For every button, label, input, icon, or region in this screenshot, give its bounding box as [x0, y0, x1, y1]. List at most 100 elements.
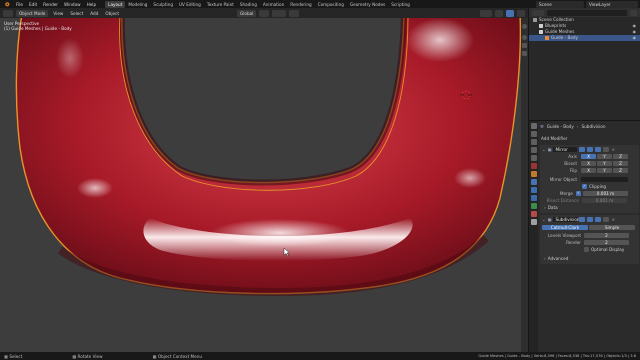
subdivision-name-field[interactable]: Subdivision: [553, 216, 579, 223]
particles-tab-icon[interactable]: [530, 187, 537, 193]
view-layer-label: ViewLayer: [589, 1, 611, 7]
optimal-display-checkbox[interactable]: [584, 247, 589, 252]
mirror-dropdown-icon[interactable]: [603, 146, 610, 153]
workspace-tab-sculpting[interactable]: Sculpting: [150, 1, 176, 8]
tool-tab-icon[interactable]: [530, 123, 537, 129]
shading-rendered-button[interactable]: [517, 9, 525, 17]
advanced-subpanel[interactable]: › Advanced: [542, 255, 637, 262]
render-toggle-icon[interactable]: [595, 146, 602, 153]
data-tab-icon[interactable]: [530, 203, 537, 209]
texture-tab-icon[interactable]: [530, 219, 537, 225]
3d-viewport[interactable]: User Perspective (1) Guide Meshes | Guid…: [0, 18, 528, 352]
mirror-flip-x[interactable]: X: [581, 167, 596, 174]
grid-toggle-icon[interactable]: [522, 51, 527, 56]
object-tab-icon[interactable]: [530, 171, 537, 177]
material-tab-icon[interactable]: [530, 211, 537, 217]
outliner-display-mode-button[interactable]: [532, 9, 544, 16]
viewport-menu-add[interactable]: Add: [88, 11, 100, 16]
zoom-icon[interactable]: [522, 24, 527, 29]
transform-orientation-dropdown[interactable]: Global: [237, 9, 257, 17]
workspace-tab-layout[interactable]: Layout: [105, 0, 126, 8]
workspace-tab-rendering[interactable]: Rendering: [287, 1, 314, 8]
view-layer-selector[interactable]: ViewLayer: [586, 0, 638, 8]
subdiv-viewport-toggle-icon[interactable]: [587, 216, 594, 223]
world-tab-icon[interactable]: [530, 163, 537, 169]
render-levels-field[interactable]: 2: [584, 239, 629, 246]
subdiv-expand-chevron-icon[interactable]: ⌄: [542, 217, 546, 222]
workspace-tab-modeling[interactable]: Modeling: [125, 1, 150, 8]
render-tab-icon[interactable]: [530, 131, 537, 137]
editor-type-button[interactable]: [3, 9, 13, 17]
mirror-flip-z[interactable]: Z: [613, 167, 628, 174]
mirror-name-field[interactable]: Mirror: [553, 146, 578, 153]
mirror-close-icon[interactable]: ×: [611, 147, 615, 152]
mirror-object-field[interactable]: [581, 176, 628, 183]
mirror-modifier-panel: ⌄ ▣ Mirror × Axis X Y Z Bisect X Y Z Fli…: [540, 145, 639, 213]
menu-window[interactable]: Window: [61, 2, 84, 7]
editmode-toggle-icon[interactable]: [579, 146, 586, 153]
levels-viewport-field[interactable]: 2: [584, 232, 629, 239]
menu-help[interactable]: Help: [84, 2, 100, 7]
overlay-button[interactable]: [480, 9, 492, 17]
workspace-tab-compositing[interactable]: Compositing: [315, 1, 347, 8]
subdiv-close-icon[interactable]: ×: [611, 217, 615, 222]
viewport-menu-view[interactable]: View: [51, 11, 65, 16]
workspace-tab-scripting[interactable]: Scripting: [388, 1, 413, 8]
viewport-menu-select[interactable]: Select: [68, 11, 85, 16]
catmull-clark-button[interactable]: Catmull-Clark: [542, 224, 588, 231]
clipping-checkbox[interactable]: ✓: [582, 184, 587, 189]
viewport-menu-object[interactable]: Object: [103, 11, 121, 16]
outliner-filter-button[interactable]: [630, 9, 637, 16]
subdiv-render-toggle-icon[interactable]: [595, 216, 602, 223]
clipping-label: Clipping: [589, 184, 607, 189]
workspace-tab-animation[interactable]: Animation: [260, 1, 287, 8]
workspace-tab-texture-paint[interactable]: Texture Paint: [204, 1, 237, 8]
visibility-eye-icon[interactable]: ◉: [633, 35, 637, 41]
expand-chevron-icon[interactable]: ⌄: [542, 147, 546, 152]
outliner-row[interactable]: Guide - Body ◉: [529, 35, 640, 41]
add-modifier-button[interactable]: Add Modifier: [538, 135, 640, 142]
mirror-axis-x[interactable]: X: [581, 153, 596, 160]
menu-render[interactable]: Render: [40, 2, 61, 7]
object-mode-dropdown[interactable]: Object Mode: [16, 9, 49, 17]
pan-hand-icon[interactable]: [522, 35, 527, 40]
add-modifier-label: Add Modifier: [541, 136, 568, 141]
blender-logo-icon[interactable]: [4, 1, 10, 7]
merge-distance-field[interactable]: 0.001 m: [583, 190, 628, 197]
proportional-edit-button[interactable]: [289, 9, 300, 17]
workspace-tab-geometry-nodes[interactable]: Geometry Nodes: [347, 1, 388, 8]
outliner-tree: Scene Collection Blueprints ◉ Guide Meshes ◉…: [529, 17, 640, 41]
mirror-bisect-z[interactable]: Z: [613, 160, 628, 167]
shading-material-button[interactable]: [506, 9, 514, 17]
shading-solid-button[interactable]: [495, 9, 503, 17]
output-tab-icon[interactable]: [530, 139, 537, 145]
simple-button[interactable]: Simple: [589, 224, 635, 231]
mirror-axis-z[interactable]: Z: [613, 153, 628, 160]
status-context-hint: ▦ Object Context Menu: [153, 354, 203, 359]
merge-checkbox[interactable]: ✓: [576, 191, 581, 196]
mirror-bisect-y[interactable]: Y: [597, 160, 612, 167]
scene-selector[interactable]: Scene: [536, 0, 584, 8]
subdiv-editmode-toggle-icon[interactable]: [579, 216, 586, 223]
workspace-tab-shading[interactable]: Shading: [237, 1, 260, 8]
viewport-toggle-icon[interactable]: [587, 146, 594, 153]
pivot-point-button[interactable]: [259, 9, 270, 17]
snap-button[interactable]: [272, 9, 287, 17]
bisect-distance-field[interactable]: 0.001 m: [582, 197, 627, 204]
physics-tab-icon[interactable]: [530, 195, 537, 201]
modifier-tab-icon[interactable]: [530, 179, 537, 185]
mirror-flip-y[interactable]: Y: [597, 167, 612, 174]
menu-file[interactable]: File: [13, 2, 26, 7]
menu-edit[interactable]: Edit: [26, 2, 40, 7]
subdiv-dropdown-icon[interactable]: [603, 216, 610, 223]
subdivision-modifier-header: ⌄ ▣ Subdivision ×: [542, 216, 637, 223]
outliner-search-input[interactable]: [547, 9, 627, 16]
viewport-navigation-strip: [521, 18, 528, 352]
scene-tab-icon[interactable]: [530, 155, 537, 161]
camera-view-icon[interactable]: [522, 43, 527, 48]
workspace-tab-uv-editing[interactable]: UV Editing: [176, 1, 204, 8]
mirror-axis-y[interactable]: Y: [597, 153, 612, 160]
mirror-data-subpanel[interactable]: › Data: [542, 204, 637, 211]
view-layer-tab-icon[interactable]: [530, 147, 537, 153]
mirror-bisect-x[interactable]: X: [581, 160, 596, 167]
